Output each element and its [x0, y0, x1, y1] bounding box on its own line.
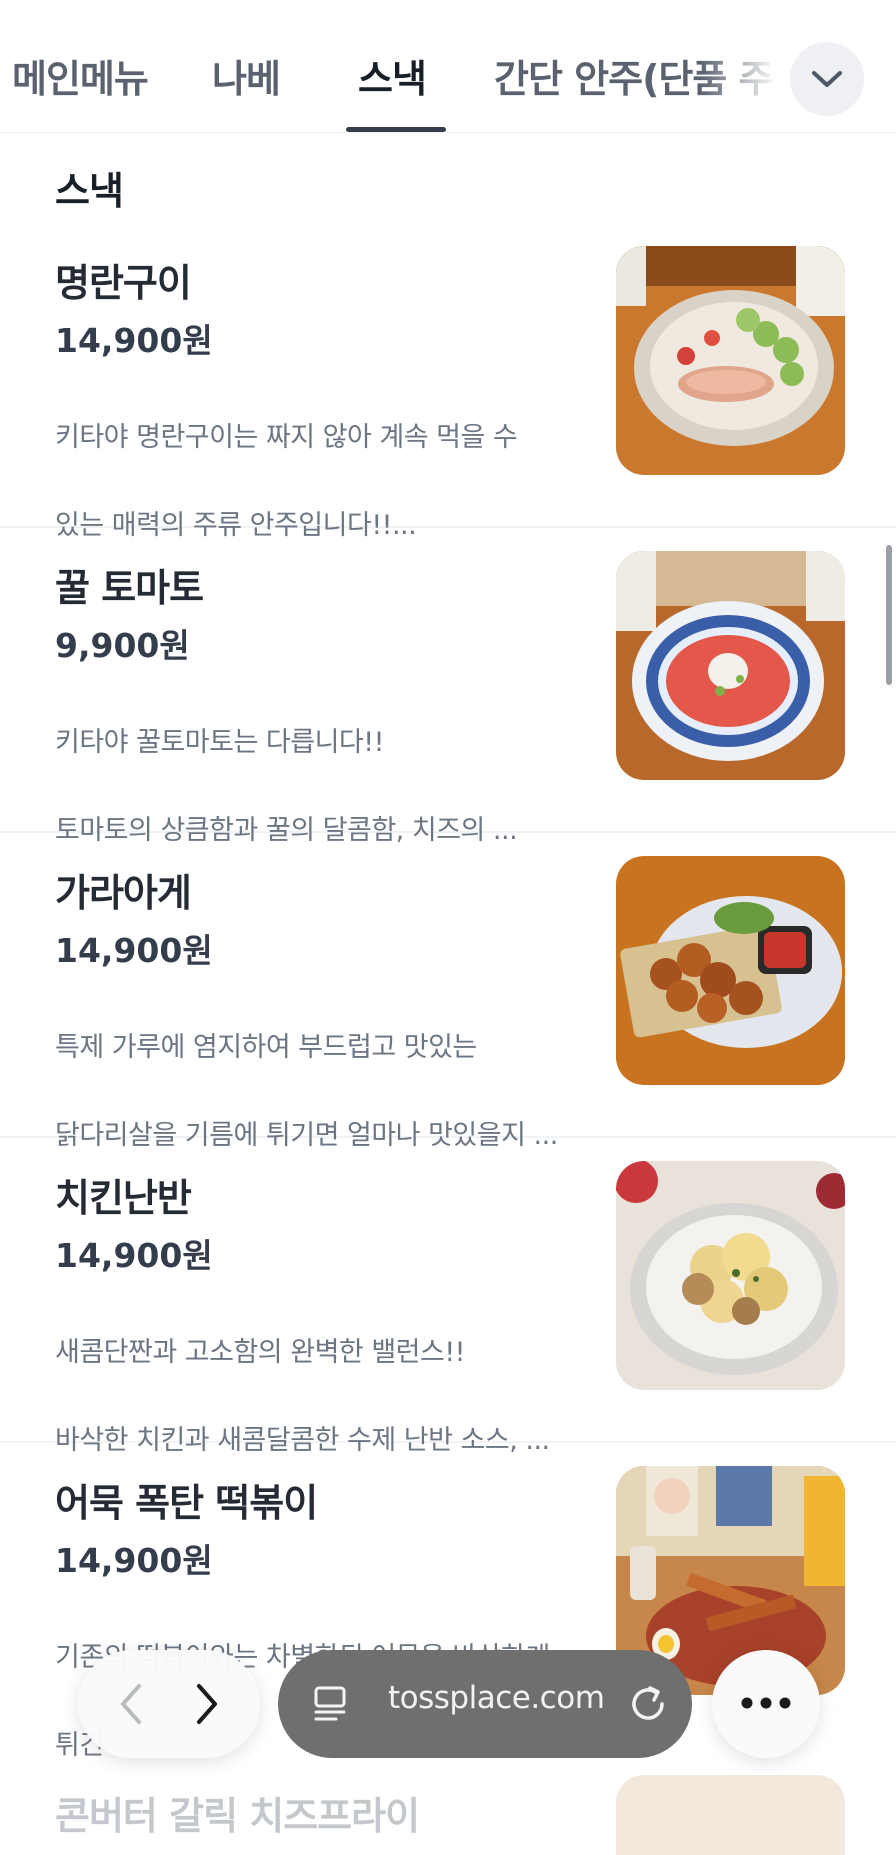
browser-more-button[interactable] — [712, 1650, 820, 1758]
menu-item-price: 14,900원 — [55, 931, 213, 970]
menu-item-price: 14,900원 — [55, 1236, 213, 1275]
address-bar[interactable]: tossplace.com — [278, 1650, 692, 1758]
category-tab-bar: 메인메뉴 나베 스낵 간단 안주(단품 주.. — [0, 0, 896, 133]
menu-item-photo — [616, 551, 845, 780]
menu-item-price: 9,900원 — [55, 626, 190, 665]
forward-button[interactable] — [178, 1674, 238, 1734]
back-button[interactable] — [100, 1674, 160, 1734]
more-dots-icon — [741, 1697, 791, 1709]
menu-item-desc-line: 새콤단짠과 고소함의 완벽한 밸런스!! — [55, 1337, 466, 1368]
active-tab-indicator — [346, 127, 446, 132]
menu-item[interactable]: 가라아게 14,900원 특제 가루에 염지하여 부드럽고 맛있는 닭다리살을 … — [0, 832, 896, 1151]
menu-item-photo — [616, 1161, 845, 1390]
browser-nav-pill — [78, 1650, 260, 1758]
menu-item-photo — [616, 246, 845, 475]
menu-item-name-peek[interactable]: 콘버터 갈릭 치즈프라이 — [55, 1785, 420, 1840]
menu-item-name: 가라아게 — [55, 871, 192, 915]
menu-item-price: 14,900원 — [55, 1541, 213, 1580]
menu-item-name: 명란구이 — [55, 261, 192, 305]
chevron-down-icon — [812, 71, 842, 87]
menu-item-desc-line: 키타야 명란구이는 짜지 않아 계속 먹을 수 — [55, 422, 518, 453]
tab-main-menu[interactable]: 메인메뉴 — [12, 48, 149, 103]
menu-item[interactable]: 치킨난반 14,900원 새콤단짠과 고소함의 완벽한 밸런스!! 바삭한 치킨… — [0, 1137, 896, 1456]
tab-nabe[interactable]: 나베 — [212, 48, 281, 103]
chevron-right-icon — [197, 1684, 217, 1724]
category-expand-button[interactable] — [790, 42, 864, 116]
menu-item-price: 14,900원 — [55, 321, 213, 360]
tab-snack[interactable]: 스낵 — [358, 48, 427, 103]
menu-item-photo — [616, 856, 845, 1085]
menu-item-photo-peek — [616, 1775, 845, 1855]
chevron-left-icon — [121, 1684, 141, 1724]
menu-item-name: 어묵 폭탄 떡볶이 — [55, 1481, 318, 1525]
menu-item[interactable]: 꿀 토마토 9,900원 키타야 꿀토마토는 다릅니다!! 토마토의 상큼함과 … — [0, 527, 896, 846]
address-url[interactable]: tossplace.com — [388, 1680, 605, 1716]
menu-item-desc-line: 키타야 꿀토마토는 다릅니다!! — [55, 727, 384, 758]
scrollbar[interactable] — [886, 545, 892, 685]
reload-icon[interactable] — [626, 1682, 670, 1726]
menu-item-name: 꿀 토마토 — [55, 566, 204, 610]
menu-item-name: 치킨난반 — [55, 1176, 192, 1220]
menu-item-desc-line: 특제 가루에 염지하여 부드럽고 맛있는 — [55, 1032, 477, 1063]
section-title: 스낵 — [55, 169, 124, 213]
tab-overview-icon[interactable] — [312, 1684, 352, 1724]
menu-item[interactable]: 명란구이 14,900원 키타야 명란구이는 짜지 않아 계속 먹을 수 있는 … — [0, 222, 896, 541]
